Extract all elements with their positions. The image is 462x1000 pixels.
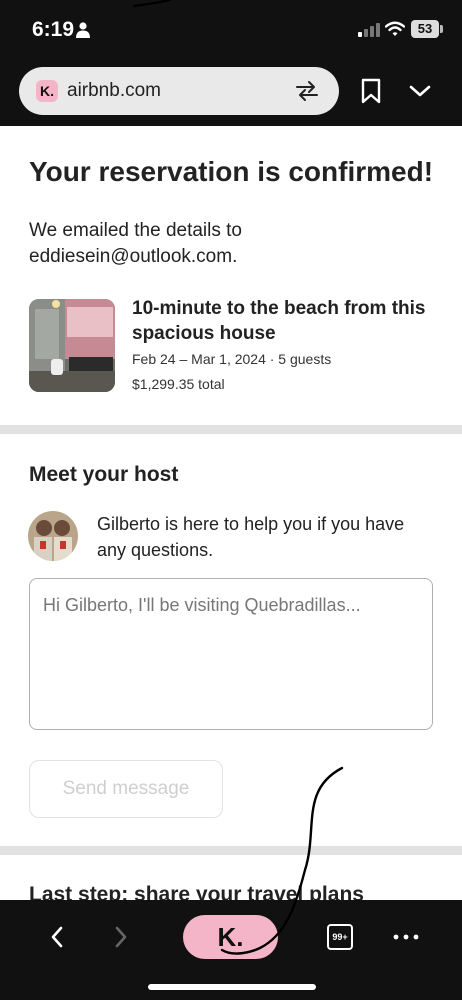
status-bar: 6:19 53 — [0, 0, 462, 60]
reservation-page: Your reservation is confirmed! We emaile… — [0, 126, 462, 900]
host-avatar[interactable] — [28, 511, 78, 561]
listing-photo-image — [29, 299, 115, 392]
send-message-button[interactable]: Send message — [29, 760, 223, 818]
status-time: 6:19 — [32, 18, 75, 41]
tabs-button[interactable]: 99+ — [327, 924, 353, 950]
page-title: Your reservation is confirmed! — [29, 156, 434, 187]
person-icon — [76, 22, 90, 38]
klarna-button[interactable]: K. — [183, 915, 278, 959]
chevron-down-icon[interactable] — [408, 82, 432, 100]
forward-icon[interactable] — [110, 924, 132, 950]
browser-top-chrome: 6:19 53 K. airbnb.com — [0, 0, 462, 126]
battery-indicator: 53 — [411, 20, 439, 38]
host-help-note: Gilberto is here to help you if you have… — [97, 514, 405, 560]
section-divider — [0, 425, 462, 434]
more-icon[interactable] — [392, 933, 420, 941]
listing-photo[interactable] — [29, 299, 115, 392]
back-icon[interactable] — [46, 924, 68, 950]
browser-bottom-bar: K. 99+ — [0, 900, 462, 1000]
message-input[interactable] — [29, 578, 433, 730]
host-avatar-image — [28, 511, 78, 561]
address-bar[interactable]: K. airbnb.com — [19, 67, 339, 115]
listing-dates-guests: Feb 24 – Mar 1, 2024 · 5 guests — [132, 351, 332, 367]
bookmark-icon[interactable] — [360, 78, 382, 104]
host-heading: Meet your host — [29, 463, 179, 486]
listing-title[interactable]: 10-minute to the beach from this spaciou… — [132, 296, 432, 346]
listing-total: $1,299.35 total — [132, 376, 225, 392]
translate-icon[interactable] — [294, 79, 320, 103]
home-indicator — [148, 984, 316, 990]
url-text: airbnb.com — [67, 80, 161, 101]
next-step-heading: Last step: share your travel plans — [29, 883, 364, 900]
battery-nub — [440, 25, 443, 33]
section-divider — [0, 846, 462, 855]
wifi-icon — [385, 21, 405, 36]
signal-icon — [358, 23, 380, 37]
email-confirmation-note: We emailed the details to eddiesein@outl… — [29, 220, 242, 267]
site-favicon: K. — [36, 80, 58, 102]
